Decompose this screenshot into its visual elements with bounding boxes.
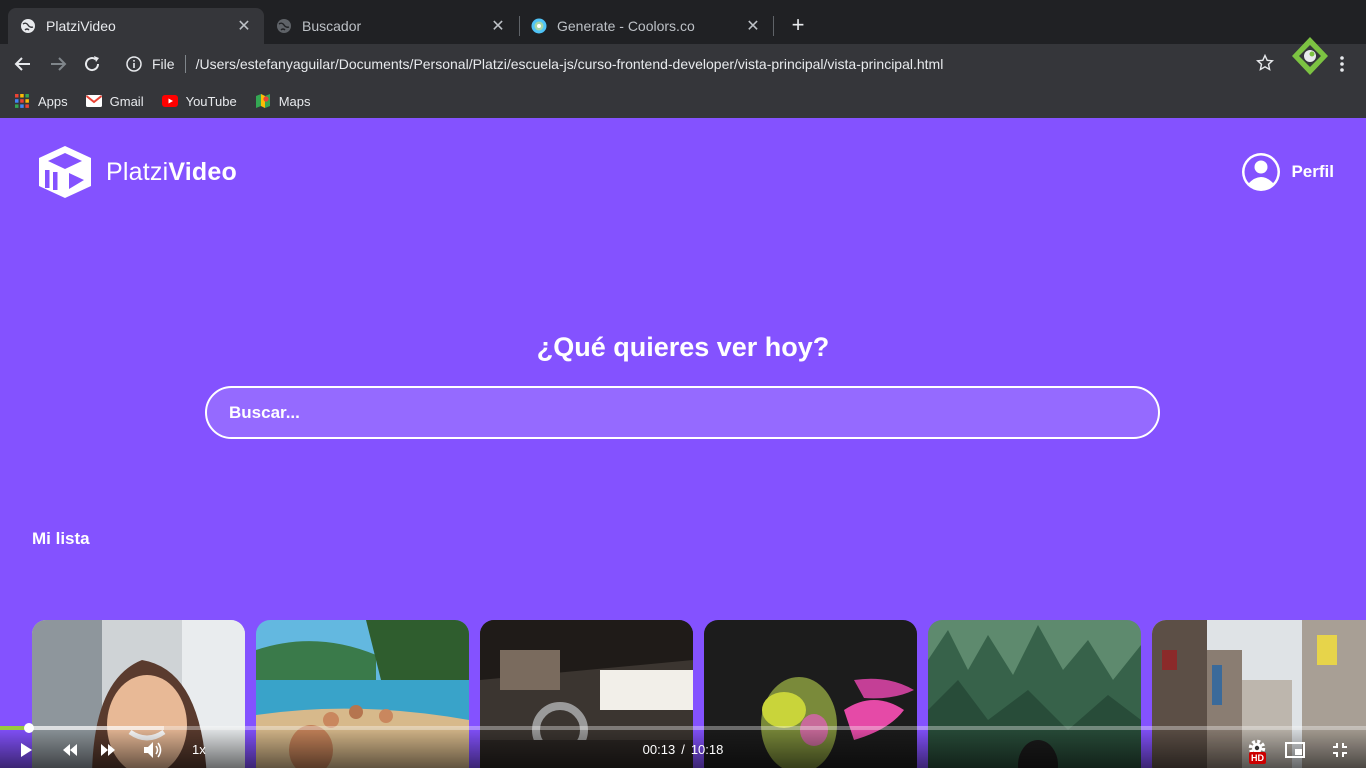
close-icon[interactable]: ✕ — [236, 16, 252, 36]
reload-icon — [85, 56, 100, 72]
page-content: PlatziVideo Perfil ¿Qué quieres ver hoy?… — [0, 118, 1366, 768]
user-avatar-icon — [1242, 153, 1281, 191]
logo-text: PlatziVideo — [106, 157, 237, 186]
tab-separator — [773, 16, 774, 36]
browser-toolbar: File /Users/estefanyaguilar/Documents/Pe… — [0, 44, 1366, 84]
time-separator: / — [681, 742, 685, 757]
bookmark-label: YouTube — [185, 93, 237, 109]
tab-title: Generate - Coolors.co — [557, 18, 695, 34]
coolors-icon — [531, 18, 547, 34]
exit-fullscreen-button[interactable] — [1330, 740, 1350, 760]
time-display: 00:13 / 10:18 — [0, 742, 1366, 757]
tab-coolors[interactable]: Generate - Coolors.co ✕ — [519, 8, 773, 44]
close-icon[interactable]: ✕ — [745, 16, 761, 36]
bookmarks-bar: Apps Gmail YouTube Maps — [0, 84, 1366, 118]
globe-icon — [276, 18, 292, 34]
back-button[interactable] — [11, 52, 35, 76]
picture-in-picture-button[interactable] — [1285, 740, 1305, 760]
current-time: 00:13 — [642, 742, 676, 757]
progress-handle[interactable] — [23, 723, 34, 733]
profile-label: Perfil — [1291, 162, 1334, 181]
arrow-left-icon — [14, 57, 30, 71]
hero-title: ¿Qué quieres ver hoy? — [536, 332, 830, 362]
info-icon[interactable] — [124, 54, 144, 74]
tab-title: PlatziVideo — [46, 18, 116, 34]
extension-icon[interactable] — [1290, 36, 1330, 76]
youtube-icon — [161, 93, 178, 109]
tab-title: Buscador — [302, 18, 362, 34]
profile-menu[interactable]: Perfil — [1241, 152, 1334, 192]
apps-grid-icon — [14, 93, 30, 109]
search-input[interactable] — [205, 386, 1160, 439]
url-text[interactable]: /Users/estefanyaguilar/Documents/Persona… — [196, 56, 944, 72]
section-title-mi-lista: Mi lista — [32, 529, 90, 548]
reload-button[interactable] — [80, 52, 104, 76]
bookmark-apps[interactable]: Apps — [14, 93, 68, 109]
tab-platzivideo[interactable]: PlatziVideo ✕ — [8, 8, 264, 44]
gmail-icon — [85, 93, 102, 109]
duration: 10:18 — [690, 742, 724, 757]
close-icon[interactable]: ✕ — [490, 16, 506, 36]
bookmark-gmail[interactable]: Gmail — [85, 93, 144, 109]
platzivideo-logo[interactable]: PlatziVideo — [36, 144, 237, 200]
arrow-right-icon — [51, 57, 67, 71]
cube-logo-icon — [39, 146, 91, 198]
globe-icon — [20, 18, 36, 34]
bookmark-star-icon[interactable] — [1255, 53, 1276, 74]
new-tab-button[interactable]: + — [786, 13, 810, 37]
forward-button[interactable] — [46, 52, 70, 76]
video-player-controls: 1x 00:13/10:18 — [0, 723, 1366, 768]
tab-strip: PlatziVideo ✕ Buscador ✕ Generate - Cool… — [0, 0, 1366, 44]
url-scheme: File — [152, 56, 175, 72]
hd-badge: HD — [1249, 752, 1266, 764]
omnibox-divider — [184, 55, 186, 73]
address-bar[interactable]: File /Users/estefanyaguilar/Documents/Pe… — [116, 48, 1288, 80]
tab-buscador[interactable]: Buscador ✕ — [264, 8, 518, 44]
bookmark-maps[interactable]: Maps — [255, 93, 311, 109]
bookmark-youtube[interactable]: YouTube — [161, 93, 237, 109]
bookmark-label: Apps — [38, 93, 68, 109]
kebab-menu-icon[interactable] — [1334, 54, 1350, 74]
bookmark-label: Maps — [278, 93, 311, 109]
exit-fullscreen-icon — [1333, 743, 1347, 757]
bookmark-label: Gmail — [109, 93, 144, 109]
maps-icon — [255, 93, 271, 109]
picture-in-picture-icon — [1285, 742, 1305, 758]
progress-bar[interactable] — [0, 723, 1366, 733]
